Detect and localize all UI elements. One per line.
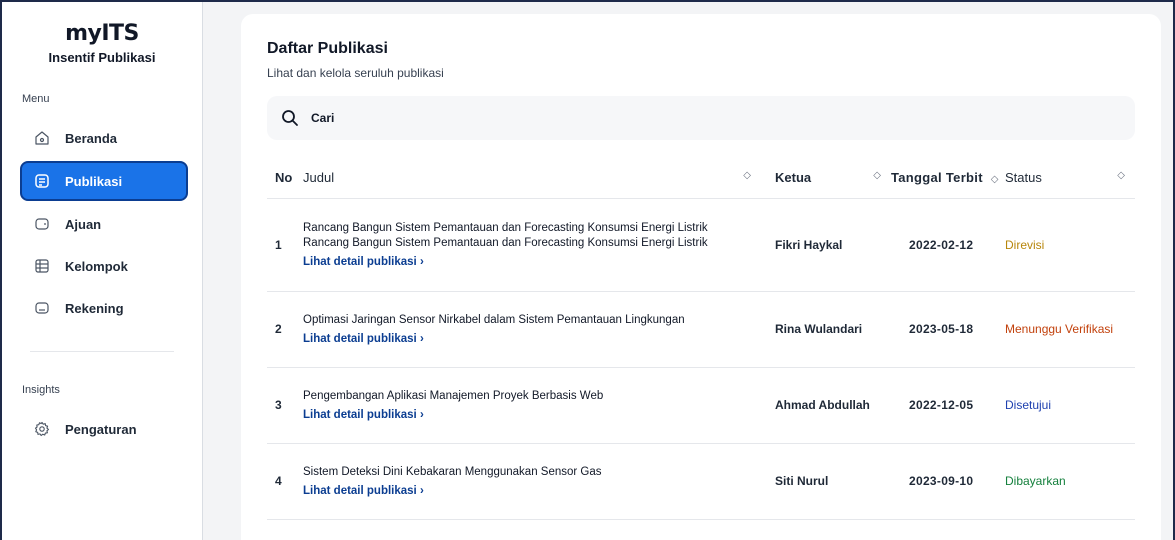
table-row: 3 Pengembangan Aplikasi Manajemen Proyek… — [267, 367, 1135, 444]
row-no: 3 — [267, 367, 295, 444]
publication-title: Optimasi Jaringan Sensor Nirkabel dalam … — [303, 314, 685, 326]
sidebar-insights-nav: Pengaturan — [2, 408, 202, 450]
header-no: No — [267, 158, 295, 199]
grid-icon — [34, 258, 50, 274]
header-no-label: No — [275, 170, 293, 186]
header-ketua-label: Ketua — [775, 170, 812, 186]
publication-table: No Judul ◇ Ketua ◇ Tanggal Terbit ◇ Stat… — [267, 158, 1135, 520]
table-row: 4 Sistem Deteksi Dini Kebakaran Mengguna… — [267, 443, 1135, 520]
detail-link[interactable]: Lihat detail publikasi › — [303, 256, 424, 268]
header-ketua[interactable]: Ketua ◇ — [771, 158, 887, 199]
row-status: Disetujui — [1001, 367, 1135, 444]
row-judul: Pengembangan Aplikasi Manajemen Proyek B… — [295, 367, 771, 444]
publication-title: Pengembangan Aplikasi Manajemen Proyek B… — [303, 390, 604, 402]
status-badge: Menunggu Verifikasi — [1005, 322, 1114, 336]
publication-card: Daftar Publikasi Lihat dan kelola serulu… — [241, 14, 1161, 540]
sidebar-item-publikasi[interactable]: Publikasi — [20, 161, 188, 201]
detail-link-label: Lihat detail publikasi — [303, 333, 417, 345]
detail-link-label: Lihat detail publikasi — [303, 485, 417, 497]
header-status[interactable]: Status ◇ — [1001, 158, 1135, 199]
sidebar-divider — [30, 351, 174, 352]
row-no: 1 — [267, 198, 295, 292]
app-logo[interactable]: myITS — [2, 22, 202, 46]
search-input[interactable] — [311, 111, 1011, 125]
detail-link[interactable]: Lihat detail publikasi › — [303, 333, 424, 345]
search-icon — [281, 109, 299, 127]
row-ketua: Siti Nurul — [771, 443, 887, 520]
document-icon — [34, 173, 50, 189]
publication-title: Rancang Bangun Sistem Pemantauan dan For… — [303, 222, 708, 249]
row-ketua: Fikri Haykal — [771, 198, 887, 292]
row-tanggal: 2022-12-05 — [887, 367, 1001, 444]
chevron-right-icon: › — [419, 485, 424, 497]
brand: myITS Insentif Publikasi — [2, 2, 202, 66]
row-ketua: Rina Wulandari — [771, 291, 887, 368]
search-bar[interactable] — [267, 96, 1135, 140]
sidebar-item-pengaturan[interactable]: Pengaturan — [20, 408, 188, 450]
row-status: Direvisi — [1001, 198, 1135, 292]
header-tanggal-label: Tanggal Terbit — [891, 170, 983, 186]
sidebar-item-beranda[interactable]: Beranda — [20, 117, 188, 159]
gear-icon — [34, 421, 50, 437]
insights-section-label: Insights — [22, 384, 60, 396]
sidebar-item-label: Publikasi — [65, 173, 123, 189]
main-content: Daftar Publikasi Lihat dan kelola serulu… — [203, 2, 1173, 540]
sidebar-item-label: Rekening — [65, 300, 124, 316]
row-tanggal: 2023-09-10 — [887, 443, 1001, 520]
sidebar-item-kelompok[interactable]: Kelompok — [20, 245, 188, 287]
sidebar-item-label: Pengaturan — [65, 421, 137, 437]
sort-icon[interactable]: ◇ — [1117, 170, 1125, 185]
sidebar-item-label: Kelompok — [65, 258, 128, 274]
row-no: 4 — [267, 443, 295, 520]
detail-link-label: Lihat detail publikasi — [303, 256, 417, 268]
sort-icon[interactable]: ◇ — [991, 174, 999, 185]
detail-link[interactable]: Lihat detail publikasi › — [303, 409, 424, 421]
publication-title: Sistem Deteksi Dini Kebakaran Menggunaka… — [303, 466, 602, 478]
wallet-icon — [34, 300, 50, 316]
page-title: Daftar Publikasi — [267, 40, 388, 57]
sort-icon[interactable]: ◇ — [873, 170, 881, 185]
row-judul: Optimasi Jaringan Sensor Nirkabel dalam … — [295, 291, 771, 368]
row-no: 2 — [267, 291, 295, 368]
app-subtitle: Insentif Publikasi — [48, 50, 156, 65]
header-status-label: Status — [1005, 170, 1042, 186]
page-subtitle: Lihat dan kelola seruluh publikasi — [267, 66, 444, 80]
sidebar-item-label: Beranda — [65, 130, 118, 146]
status-badge: Disetujui — [1005, 398, 1052, 412]
header-judul[interactable]: Judul ◇ — [295, 158, 771, 199]
status-badge: Direvisi — [1005, 237, 1045, 252]
menu-section-label: Menu — [22, 93, 50, 105]
header-judul-label: Judul — [303, 170, 335, 186]
sort-icon[interactable]: ◇ — [743, 170, 751, 185]
sidebar-item-label: Ajuan — [65, 216, 102, 232]
chevron-right-icon: › — [419, 256, 424, 268]
detail-link-label: Lihat detail publikasi — [303, 409, 417, 421]
table-row: 2 Optimasi Jaringan Sensor Nirkabel dala… — [267, 291, 1135, 368]
sidebar: myITS Insentif Publikasi Menu Beranda Pu… — [2, 2, 203, 540]
chevron-right-icon: › — [419, 333, 424, 345]
sidebar-nav: Beranda Publikasi Ajuan Kelompok Rekenin… — [2, 117, 202, 329]
row-judul: Sistem Deteksi Dini Kebakaran Menggunaka… — [295, 443, 771, 520]
header-tanggal[interactable]: Tanggal Terbit ◇ — [887, 158, 1001, 199]
chevron-right-icon: › — [419, 409, 424, 421]
row-tanggal: 2022-02-12 — [887, 198, 1001, 292]
app-window: myITS Insentif Publikasi Menu Beranda Pu… — [0, 0, 1175, 540]
table-row: 1 Rancang Bangun Sistem Pemantauan dan F… — [267, 198, 1135, 292]
sidebar-item-rekening[interactable]: Rekening — [20, 287, 188, 329]
home-icon — [34, 130, 50, 146]
status-badge: Dibayarkan — [1005, 474, 1066, 488]
table-header-row: No Judul ◇ Ketua ◇ Tanggal Terbit ◇ Stat… — [267, 158, 1135, 199]
row-ketua: Ahmad Abdullah — [771, 367, 887, 444]
sidebar-item-ajuan[interactable]: Ajuan — [20, 203, 188, 245]
row-judul: Rancang Bangun Sistem Pemantauan dan For… — [295, 198, 771, 292]
row-status: Dibayarkan — [1001, 443, 1135, 520]
row-status: Menunggu Verifikasi — [1001, 291, 1135, 368]
row-tanggal: 2023-05-18 — [887, 291, 1001, 368]
card-icon — [34, 216, 50, 232]
detail-link[interactable]: Lihat detail publikasi › — [303, 485, 424, 497]
